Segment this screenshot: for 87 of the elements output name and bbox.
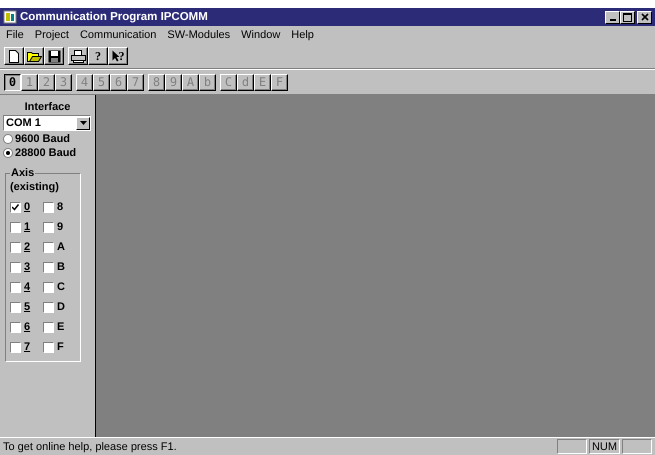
- checkbox[interactable]: [10, 282, 21, 292]
- port-dropdown[interactable]: COM 1: [3, 115, 91, 131]
- group-subtitle: (existing): [10, 181, 60, 193]
- caret-icon: [80, 121, 86, 125]
- checkbox[interactable]: [10, 322, 21, 332]
- radio-label: 9600 Baud: [15, 133, 70, 145]
- checkbox[interactable]: [43, 342, 54, 352]
- help-glyph: ?: [95, 48, 101, 64]
- checkbox-label: B: [57, 261, 65, 273]
- checkbox[interactable]: [43, 222, 54, 232]
- status-panel: [556, 439, 587, 454]
- menu-item[interactable]: Window: [240, 29, 282, 41]
- checkbox-label: 6: [24, 321, 30, 333]
- help-glyph: ?: [118, 48, 124, 64]
- maximize-icon: [623, 12, 632, 22]
- checkbox-label: A: [57, 241, 65, 253]
- checkbox-label: C: [57, 281, 65, 293]
- axis-button[interactable]: F: [271, 74, 288, 90]
- checkbox-label: 5: [24, 301, 30, 313]
- menu-item[interactable]: Communication: [78, 29, 158, 41]
- checkbox[interactable]: [43, 322, 54, 332]
- checkbox[interactable]: [43, 302, 54, 312]
- menu-item[interactable]: File: [5, 29, 25, 41]
- axis-button[interactable]: 2: [38, 74, 55, 90]
- minimize-button[interactable]: [605, 10, 620, 24]
- checkbox[interactable]: [10, 262, 21, 272]
- axis-button[interactable]: d: [237, 74, 254, 90]
- checkbox[interactable]: [10, 242, 21, 252]
- axis-button[interactable]: 5: [93, 74, 110, 90]
- status-panel: [622, 439, 652, 454]
- checkbox-label: 7: [24, 341, 30, 353]
- close-button[interactable]: [637, 10, 652, 24]
- checkbox[interactable]: [43, 242, 54, 252]
- menu-item[interactable]: Project: [34, 29, 70, 41]
- checkbox-label: 3: [24, 261, 30, 273]
- checkbox-label: 4: [24, 281, 30, 293]
- toolbar-button[interactable]: [24, 47, 44, 65]
- axis-button[interactable]: 7: [127, 74, 144, 90]
- check-icon: [12, 204, 19, 210]
- axis-button[interactable]: b: [199, 74, 216, 90]
- checkbox[interactable]: [43, 262, 54, 272]
- checkbox[interactable]: [10, 302, 21, 312]
- radio-label: 28800 Baud: [15, 147, 76, 159]
- checkbox[interactable]: [10, 222, 21, 232]
- radio-button[interactable]: [3, 148, 13, 158]
- group-title: Axis: [10, 167, 36, 179]
- axis-button[interactable]: 8: [148, 74, 165, 90]
- printer-icon: [70, 50, 86, 62]
- checkbox[interactable]: [43, 202, 54, 212]
- checkbox-label: 2: [24, 241, 30, 253]
- checkbox-label: 8: [57, 201, 64, 213]
- toolbar-button[interactable]: [44, 47, 64, 65]
- axis-button[interactable]: C: [220, 74, 237, 90]
- maximize-button[interactable]: [620, 10, 635, 24]
- app-icon: [3, 10, 17, 24]
- axis-button[interactable]: E: [254, 74, 271, 90]
- checkbox-label: 0: [24, 201, 30, 213]
- checkbox-label: 9: [57, 221, 64, 233]
- checkbox[interactable]: [10, 202, 21, 212]
- axis-button[interactable]: A: [182, 74, 199, 90]
- toolbar-button[interactable]: ?: [108, 47, 128, 65]
- axis-button[interactable]: 1: [21, 74, 38, 90]
- axis-button[interactable]: 0: [4, 74, 21, 90]
- close-icon: [640, 13, 648, 21]
- toolbar-button[interactable]: [68, 47, 88, 65]
- toolbar-button[interactable]: ?: [88, 47, 108, 65]
- menu-item[interactable]: Help: [290, 29, 315, 41]
- axis-button[interactable]: 4: [76, 74, 93, 90]
- new-document-icon: [9, 50, 19, 62]
- checkbox-label: E: [57, 321, 64, 333]
- status-indicator: NUM: [588, 439, 620, 454]
- checkbox[interactable]: [10, 342, 21, 352]
- axis-button[interactable]: 3: [55, 74, 72, 90]
- menu-item[interactable]: SW-Modules: [166, 29, 232, 41]
- checkbox[interactable]: [43, 282, 54, 292]
- pointer-icon: [112, 50, 118, 62]
- toolbar-button[interactable]: [4, 47, 24, 65]
- checkbox-label: D: [57, 301, 65, 313]
- folder-icon: [26, 50, 42, 62]
- status-message: To get online help, please press F1.: [3, 440, 178, 452]
- axis-button[interactable]: 9: [165, 74, 182, 90]
- window-title: Communication Program IPCOMM: [20, 11, 209, 23]
- interface-label: Interface: [24, 101, 72, 113]
- radio-button[interactable]: [3, 134, 13, 144]
- checkbox-label: 1: [24, 221, 30, 233]
- axis-button[interactable]: 6: [110, 74, 127, 90]
- checkbox-label: F: [57, 341, 64, 353]
